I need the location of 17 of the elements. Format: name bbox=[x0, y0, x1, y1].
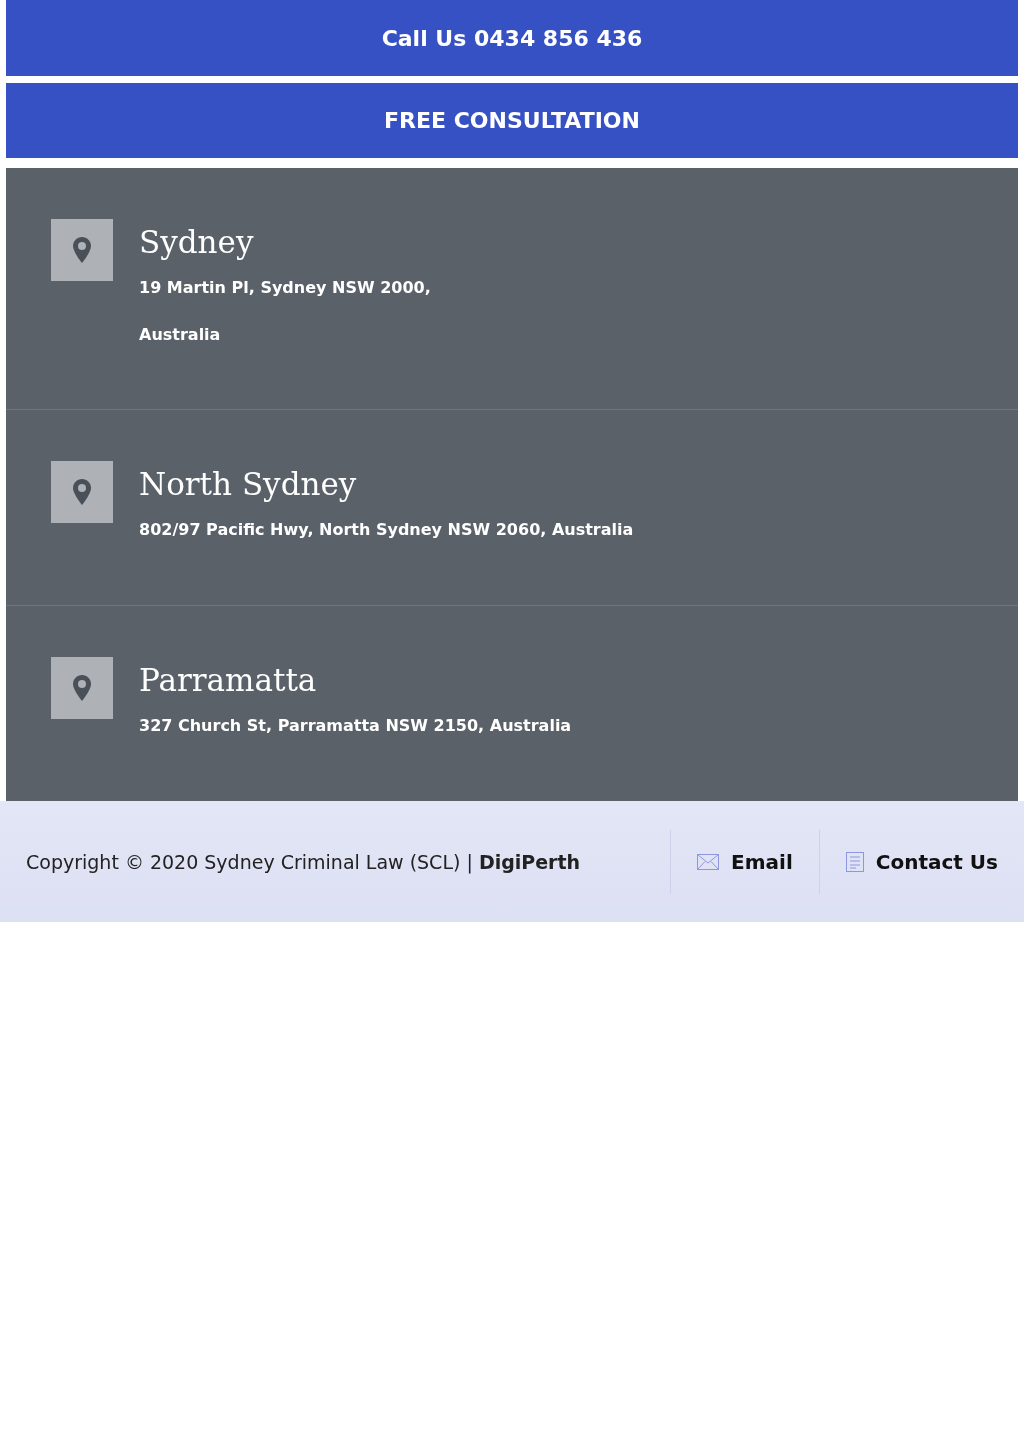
location-pin-icon bbox=[51, 461, 113, 523]
location-pin-icon bbox=[51, 219, 113, 281]
footer-link[interactable]: Contact Us bbox=[818, 829, 998, 894]
city-name: Sydney bbox=[139, 223, 255, 262]
address-text: Australia bbox=[139, 324, 222, 346]
cta-button[interactable]: FREE CONSULTATION bbox=[6, 83, 1018, 158]
city-name: Parramatta bbox=[139, 661, 318, 700]
envelope-icon bbox=[697, 853, 720, 870]
address-text: 802/97 Pacific Hwy, North Sydney NSW 2060, Australia bbox=[139, 519, 634, 541]
address-text: 327 Church St, Parramatta NSW 2150, Australia bbox=[139, 715, 572, 737]
cta-button[interactable]: Call Us 0434 856 436 bbox=[6, 0, 1018, 76]
footer-link[interactable]: Email bbox=[670, 829, 793, 894]
location-pin-icon bbox=[51, 657, 113, 719]
copyright-text: Copyright © 2020 Sydney Criminal Law (SCL) | DigiPerth bbox=[26, 850, 581, 873]
form-icon bbox=[845, 851, 864, 872]
city-name: North Sydney bbox=[139, 465, 358, 504]
address-text: 19 Martin Pl, Sydney NSW 2000, bbox=[139, 277, 431, 299]
